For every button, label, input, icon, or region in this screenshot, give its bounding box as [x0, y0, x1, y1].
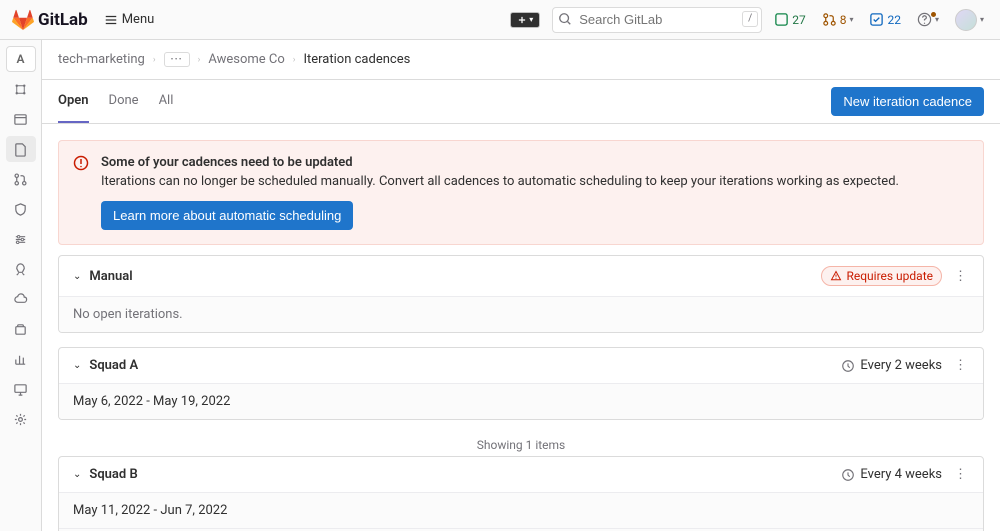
- chevron-down-icon: ⌄: [73, 469, 81, 480]
- chart-icon: [13, 352, 28, 367]
- nav-project-info[interactable]: [6, 76, 36, 102]
- nav-infrastructure[interactable]: [6, 286, 36, 312]
- todo-icon: [869, 12, 884, 27]
- alert-title: Some of your cadences need to be updated: [101, 155, 969, 170]
- new-iteration-cadence-button[interactable]: New iteration cadence: [831, 87, 984, 116]
- breadcrumb-overflow[interactable]: ···: [164, 52, 190, 67]
- chevron-right-icon: ›: [293, 55, 296, 65]
- search-input[interactable]: [552, 7, 762, 33]
- issues-link[interactable]: 27: [770, 12, 810, 27]
- sliders-icon: [13, 232, 28, 247]
- todo-count: 22: [887, 13, 901, 27]
- nav-repository[interactable]: [6, 106, 36, 132]
- nav-merge-requests[interactable]: [6, 166, 36, 192]
- breadcrumb-link[interactable]: tech-marketing: [58, 52, 145, 67]
- clock-icon: [841, 468, 855, 482]
- notification-dot-icon: [930, 11, 937, 18]
- global-search: /: [552, 7, 762, 33]
- cadence-frequency: Every 4 weeks: [841, 467, 942, 482]
- nav-settings[interactable]: [6, 406, 36, 432]
- new-dropdown-button[interactable]: ▾: [510, 12, 540, 28]
- main-content: tech-marketing › ··· › Awesome Co › Iter…: [42, 40, 1000, 531]
- nav-packages[interactable]: [6, 316, 36, 342]
- top-header: GitLab Menu ▾ / 27 8 ▾ 22 ▾ ▾: [0, 0, 1000, 40]
- plus-icon: [517, 15, 527, 25]
- menu-toggle[interactable]: Menu: [104, 12, 155, 27]
- cadence-header[interactable]: ⌄ Squad B Every 4 weeks ⋮: [59, 457, 983, 492]
- update-alert: Some of your cadences need to be updated…: [58, 140, 984, 245]
- iteration-row[interactable]: May 6, 2022 - May 19, 2022: [59, 383, 983, 419]
- iteration-row[interactable]: May 11, 2022 - Jun 7, 2022: [59, 492, 983, 528]
- todos-link[interactable]: 22: [865, 12, 905, 27]
- tab-done[interactable]: Done: [109, 80, 139, 123]
- search-shortcut-key: /: [742, 11, 758, 27]
- breadcrumb-link[interactable]: Awesome Co: [208, 52, 284, 67]
- nav-security[interactable]: [6, 196, 36, 222]
- info-icon: [13, 82, 28, 97]
- clock-icon: [841, 359, 855, 373]
- cloud-icon: [13, 292, 28, 307]
- breadcrumb-current: Iteration cadences: [303, 52, 410, 67]
- chevron-right-icon: ›: [153, 55, 156, 65]
- nav-cicd[interactable]: [6, 226, 36, 252]
- nav-monitor[interactable]: [6, 376, 36, 402]
- sidebar-nav: A: [0, 40, 42, 531]
- items-count: Showing 1 items: [58, 434, 984, 456]
- warning-icon: [830, 270, 842, 282]
- chevron-right-icon: ›: [198, 55, 201, 65]
- cadence-header[interactable]: ⌄ Manual Requires update ⋮: [59, 256, 983, 296]
- user-menu[interactable]: ▾: [951, 9, 988, 31]
- logo-text: GitLab: [38, 10, 88, 30]
- learn-more-button[interactable]: Learn more about automatic scheduling: [101, 201, 353, 230]
- tab-open[interactable]: Open: [58, 80, 89, 123]
- tanuki-icon: [12, 9, 34, 31]
- rocket-icon: [13, 262, 28, 277]
- cadence-name: Squad B: [89, 467, 137, 482]
- cadence-card: ⌄ Manual Requires update ⋮ No open iterati…: [58, 255, 984, 333]
- issues-icon: [774, 12, 789, 27]
- cadence-menu-button[interactable]: ⋮: [952, 467, 969, 482]
- search-icon: [558, 12, 572, 26]
- cadence-header[interactable]: ⌄ Squad A Every 2 weeks ⋮: [59, 348, 983, 383]
- cadence-menu-button[interactable]: ⋮: [952, 269, 969, 284]
- requires-update-badge: Requires update: [821, 266, 942, 286]
- user-avatar-icon: [955, 9, 977, 31]
- menu-label: Menu: [122, 12, 155, 27]
- nav-issues[interactable]: [6, 136, 36, 162]
- tab-all[interactable]: All: [159, 80, 174, 123]
- cadence-card: ⌄ Squad A Every 2 weeks ⋮ May 6, 2022 - Ma…: [58, 347, 984, 420]
- chevron-down-icon: ⌄: [73, 360, 81, 371]
- gear-icon: [13, 412, 28, 427]
- alert-text: Iterations can no longer be scheduled ma…: [101, 174, 969, 189]
- monitor-icon: [13, 382, 28, 397]
- cadence-frequency: Every 2 weeks: [841, 358, 942, 373]
- package-icon: [13, 322, 28, 337]
- cadence-menu-button[interactable]: ⋮: [952, 358, 969, 373]
- project-avatar[interactable]: A: [6, 46, 36, 72]
- cadence-name: Squad A: [89, 358, 138, 373]
- merge-request-icon: [822, 12, 837, 27]
- cadence-empty-message: No open iterations.: [59, 296, 983, 332]
- nav-analytics[interactable]: [6, 346, 36, 372]
- issues-count: 27: [792, 13, 806, 27]
- hamburger-icon: [104, 13, 118, 27]
- shield-icon: [13, 202, 28, 217]
- cadence-card: ⌄ Squad B Every 4 weeks ⋮ May 11, 2022 - J…: [58, 456, 984, 531]
- mr-count: 8: [840, 13, 847, 27]
- gitlab-logo[interactable]: GitLab: [12, 9, 88, 31]
- chevron-down-icon: ⌄: [73, 271, 81, 282]
- error-icon: [73, 155, 89, 175]
- breadcrumb: tech-marketing › ··· › Awesome Co › Iter…: [42, 40, 1000, 80]
- tab-bar: Open Done All New iteration cadence: [42, 80, 1000, 124]
- nav-deployments[interactable]: [6, 256, 36, 282]
- repository-icon: [13, 112, 28, 127]
- merge-requests-link[interactable]: 8 ▾: [818, 12, 858, 27]
- mr-icon: [13, 172, 28, 187]
- cadence-name: Manual: [89, 269, 132, 284]
- doc-icon: [13, 142, 28, 157]
- help-link[interactable]: ▾: [913, 12, 943, 27]
